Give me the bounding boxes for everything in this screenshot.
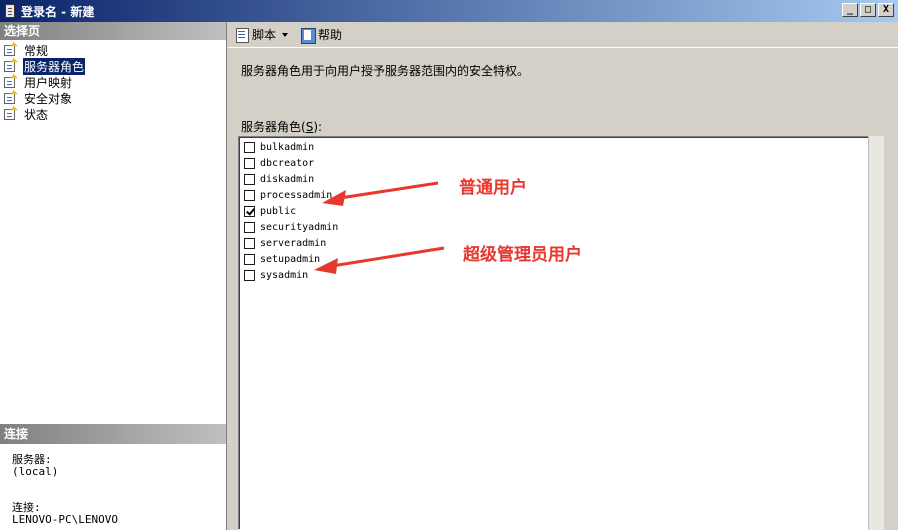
page-settings-icon [3,42,19,57]
role-item-securityadmin[interactable]: securityadmin [239,219,881,235]
minimize-button[interactable]: _ [842,3,858,17]
role-name: setupadmin [260,253,321,265]
nav-item-label: 常规 [24,43,49,58]
role-name: processadmin [260,189,333,201]
server-roles-list[interactable]: bulkadmin dbcreator diskadmin processadm… [238,136,882,530]
annotation-super-admin: 超级管理员用户 [463,245,582,265]
role-item-dbcreator[interactable]: dbcreator [239,155,881,171]
role-checkbox[interactable] [244,221,255,233]
role-name: serveradmin [260,237,327,249]
page-settings-icon [3,90,19,105]
help-label: 帮助 [318,28,343,42]
window-title: 登录名 - 新建 [21,4,95,19]
connection-info: 服务器: (local) 连接: LENOVO-PC\LENOVO [0,444,226,526]
connection-value: LENOVO-PC\LENOVO [12,513,118,526]
role-checkbox-checked[interactable] [244,205,255,217]
role-checkbox[interactable] [244,141,255,153]
nav-item-label: 服务器角色 [21,56,87,76]
roles-accesskey: S [305,120,314,134]
role-item-public[interactable]: public [239,203,881,219]
page-nav: 常规 服务器角色 用户映射 安全对象 状态 [0,40,226,122]
toolbar: 脚本 帮助 [228,22,898,48]
page-description: 服务器角色用于向用户授予服务器范围内的安全特权。 [241,64,530,78]
nav-item-label: 状态 [24,107,49,122]
select-page-header: 选择页 [0,22,226,40]
connection-header: 连接 [0,424,226,444]
nav-item-label: 安全对象 [24,91,73,106]
server-roles-label: 服务器角色(S): [241,120,323,134]
role-checkbox[interactable] [244,157,255,169]
role-checkbox[interactable] [244,269,255,281]
app-icon [5,4,15,18]
role-item-diskadmin[interactable]: diskadmin [239,171,881,187]
window-controls: _ □ X [842,3,894,17]
roles-label-text: 服务器角色 [241,120,302,134]
nav-item-server-roles[interactable]: 服务器角色 [3,56,226,76]
role-name: securityadmin [260,221,339,233]
close-button[interactable]: X [878,3,894,17]
nav-item-securables[interactable]: 安全对象 [3,90,226,106]
help-icon [300,27,317,44]
role-name: dbcreator [260,157,315,169]
annotation-normal-user: 普通用户 [459,178,527,198]
chevron-down-icon[interactable] [282,32,289,37]
role-item-bulkadmin[interactable]: bulkadmin [239,139,881,155]
nav-item-general[interactable]: 常规 [3,42,226,58]
scrollbar[interactable] [868,136,884,530]
maximize-button[interactable]: □ [860,3,876,17]
server-value: (local) [12,465,59,478]
script-button[interactable]: 脚本 [231,25,297,45]
role-checkbox[interactable] [244,237,255,249]
role-name: diskadmin [260,173,315,185]
page-settings-icon [3,58,19,73]
left-panel: 选择页 常规 服务器角色 用户映射 安全对象 状态 连接 服务器: (local… [0,22,227,530]
role-name: public [260,205,297,217]
title-bar: 登录名 - 新建 _ □ X [0,0,898,22]
role-checkbox[interactable] [244,173,255,185]
page-settings-icon [3,106,19,121]
role-checkbox[interactable] [244,189,255,201]
script-icon [234,27,250,43]
nav-item-status[interactable]: 状态 [3,106,226,122]
nav-item-label: 用户映射 [24,75,73,90]
help-button[interactable]: 帮助 [297,25,345,45]
role-name: bulkadmin [260,141,315,153]
role-item-sysadmin[interactable]: sysadmin [239,267,881,283]
role-name: sysadmin [260,269,309,281]
script-label: 脚本 [252,28,277,42]
page-settings-icon [3,74,19,89]
right-panel: 脚本 帮助 服务器角色用于向用户授予服务器范围内的安全特权。 服务器角色(S):… [228,22,898,530]
role-item-processadmin[interactable]: processadmin [239,187,881,203]
role-checkbox[interactable] [244,253,255,265]
nav-item-user-mapping[interactable]: 用户映射 [3,74,226,90]
